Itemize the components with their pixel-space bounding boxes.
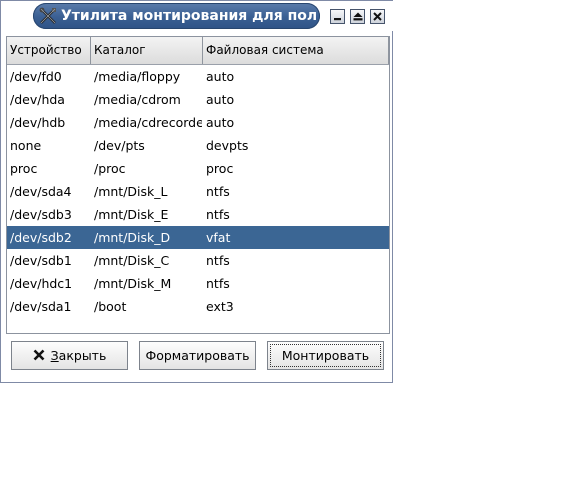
cell-filesystem: auto [206, 115, 235, 130]
table-row[interactable]: /dev/sda4/mnt/Disk_L ntfs [7, 180, 389, 203]
cell-device: /dev/hdc1 [10, 276, 73, 291]
cell-directory: /mnt/Disk_E [94, 207, 169, 222]
cell-device: /dev/fd0 [10, 69, 62, 84]
cell-filesystem: auto [206, 92, 235, 107]
cell-filesystem: ntfs [206, 184, 230, 199]
cell-filesystem: proc [206, 161, 234, 176]
shade-button[interactable] [350, 9, 365, 24]
mount-button-label: Монтировать [281, 348, 370, 363]
close-button-label: акрыть [58, 348, 107, 363]
cell-filesystem: auto [206, 69, 235, 84]
cell-filesystem: vfat [206, 230, 231, 245]
title-pill[interactable]: Утилита монтирования для пользо [33, 3, 320, 29]
close-x-icon [33, 343, 45, 361]
cell-directory: /mnt/Disk_C [94, 253, 170, 268]
close-button[interactable]: Закрыть [11, 341, 128, 370]
table-row[interactable]: /dev/sdb2/mnt/Disk_D vfat [7, 226, 389, 249]
cell-device: /dev/sdb2 [10, 230, 72, 245]
cell-device: /dev/sda4 [10, 184, 72, 199]
window-title: Утилита монтирования для пользо [61, 8, 316, 24]
cell-filesystem: ext3 [206, 299, 234, 314]
cell-directory: /mnt/Disk_L [94, 184, 168, 199]
mount-table[interactable]: Устройство Каталог Файловая система /dev… [6, 36, 390, 334]
table-row[interactable]: proc/proc proc [7, 157, 389, 180]
cell-filesystem: ntfs [206, 207, 230, 222]
mount-utility-window: Утилита монтирования для пользо Устройст… [0, 0, 394, 383]
column-header-device[interactable]: Устройство [7, 37, 91, 64]
cell-directory: /boot [94, 299, 127, 314]
table-body: /dev/fd0/media/floppy auto/dev/hda/media/… [7, 65, 389, 318]
mount-button[interactable]: Монтировать [267, 341, 384, 370]
shade-icon [353, 12, 363, 21]
column-header-directory[interactable]: Каталог [91, 37, 203, 64]
cell-device: /dev/sdb1 [10, 253, 72, 268]
cell-directory: /media/floppy [94, 69, 181, 84]
table-row[interactable]: /dev/fd0/media/floppy auto [7, 65, 389, 88]
cell-device: none [10, 138, 42, 153]
table-row[interactable]: /dev/hdc1/mnt/Disk_M ntfs [7, 272, 389, 295]
minimize-button[interactable] [330, 9, 345, 24]
cell-directory: /media/cdrom [94, 92, 181, 107]
cell-filesystem: ntfs [206, 253, 230, 268]
table-row[interactable]: /dev/hda/media/cdrom auto [7, 88, 389, 111]
table-row[interactable]: /dev/sda1/boot ext3 [7, 295, 389, 318]
cell-directory: /mnt/Disk_D [94, 230, 171, 245]
cell-filesystem: devpts [206, 138, 249, 153]
cell-device: /dev/sdb3 [10, 207, 72, 222]
cell-device: proc [10, 161, 38, 176]
cell-device: /dev/hdb [10, 115, 66, 130]
minimize-icon [333, 12, 342, 21]
table-row[interactable]: /dev/hdb/media/cdrecorder auto [7, 111, 389, 134]
cell-device: /dev/hda [10, 92, 65, 107]
mount-button-focus-ring: Монтировать [270, 344, 381, 367]
column-header-filesystem[interactable]: Файловая система [203, 37, 389, 64]
cell-directory: /media/cdrecorder [94, 115, 202, 130]
table-row[interactable]: /dev/sdb1/mnt/Disk_C ntfs [7, 249, 389, 272]
table-row[interactable]: none/dev/pts devpts [7, 134, 389, 157]
cell-filesystem: ntfs [206, 276, 230, 291]
cell-device: /dev/sda1 [10, 299, 72, 314]
window-close-button[interactable] [370, 9, 385, 24]
format-button[interactable]: Форматировать [139, 341, 256, 370]
cell-directory: /dev/pts [94, 138, 145, 153]
close-icon [373, 12, 382, 21]
title-bar[interactable]: Утилита монтирования для пользо [1, 1, 394, 31]
cell-directory: /mnt/Disk_M [94, 276, 172, 291]
tools-icon[interactable] [38, 6, 58, 26]
table-header: Устройство Каталог Файловая система [7, 37, 389, 65]
close-button-mnemonic: З [50, 348, 59, 363]
format-button-label: Форматировать [145, 348, 250, 363]
table-row[interactable]: /dev/sdb3/mnt/Disk_E ntfs [7, 203, 389, 226]
cell-directory: /proc [94, 161, 126, 176]
